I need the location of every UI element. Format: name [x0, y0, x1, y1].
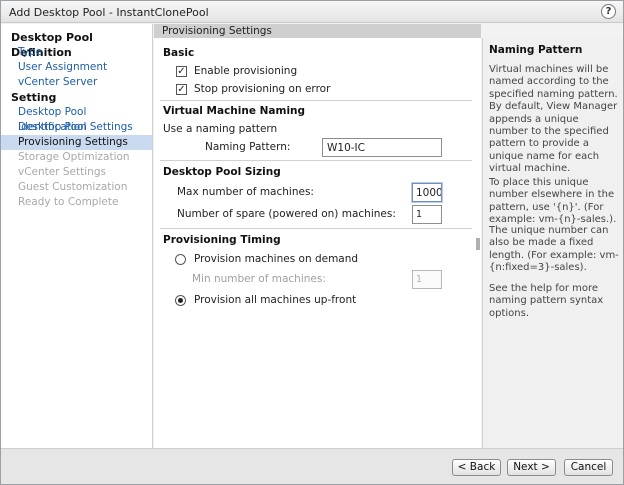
help-panel: Naming Pattern Virtual machines will be …	[482, 38, 623, 448]
help-paragraph-2: To place this unique number elsewhere in…	[489, 177, 617, 226]
min-machines-label: Min number of machines:	[192, 273, 326, 285]
dialog-title: Add Desktop Pool - InstantClonePool	[9, 6, 209, 19]
help-paragraph-3: The unique number can also be made a fix…	[489, 225, 619, 274]
provision-on-demand-radio[interactable]	[175, 254, 186, 265]
nav-item-provisioning-settings[interactable]: Provisioning Settings	[1, 135, 152, 150]
group-title-basic: Basic	[163, 47, 195, 59]
add-desktop-pool-dialog: Add Desktop Pool - InstantClonePool ? De…	[0, 0, 624, 485]
use-naming-pattern-label: Use a naming pattern	[163, 123, 278, 135]
back-button[interactable]: < Back	[452, 459, 501, 476]
naming-pattern-label: Naming Pattern:	[205, 141, 291, 153]
spare-machines-label: Number of spare (powered on) machines:	[177, 208, 396, 220]
divider	[160, 100, 472, 101]
dialog-footer: < Back Next > Cancel	[1, 448, 623, 484]
enable-provisioning-label: Enable provisioning	[194, 65, 298, 77]
title-bar: Add Desktop Pool - InstantClonePool ?	[1, 1, 623, 23]
nav-item-vcenter-settings: vCenter Settings	[18, 166, 106, 178]
divider	[160, 160, 472, 161]
checkmark-icon: ✓	[177, 66, 186, 77]
divider	[160, 228, 472, 229]
group-title-desktop-pool-sizing: Desktop Pool Sizing	[163, 166, 281, 178]
help-paragraph-1: Virtual machines will be named according…	[489, 64, 618, 175]
next-button[interactable]: Next >	[507, 459, 556, 476]
wizard-nav: Desktop Pool Definition Type User Assign…	[1, 24, 153, 484]
provisioning-settings-panel: Provisioning Settings Basic ✓ Enable pro…	[154, 24, 481, 448]
checkmark-icon: ✓	[177, 84, 186, 95]
help-paragraph-4: See the help for more naming pattern syn…	[489, 283, 604, 319]
provision-all-upfront-radio[interactable]	[175, 295, 186, 306]
group-title-provisioning-timing: Provisioning Timing	[163, 234, 281, 246]
naming-pattern-input[interactable]	[322, 138, 442, 157]
max-machines-input[interactable]	[412, 183, 442, 202]
nav-item-desktop-pool-identification[interactable]: Desktop Pool Identification	[1, 105, 152, 133]
nav-section-desktop-pool-definition: Desktop Pool Definition	[11, 31, 93, 59]
max-machines-label: Max number of machines:	[177, 186, 314, 198]
provision-all-upfront-label: Provision all machines up-front	[194, 294, 357, 306]
help-title: Naming Pattern	[489, 44, 583, 56]
cancel-button[interactable]: Cancel	[564, 459, 613, 476]
nav-item-guest-customization: Guest Customization	[18, 181, 128, 193]
nav-section-setting: Setting	[11, 91, 57, 104]
nav-item-storage-optimization: Storage Optimization	[18, 151, 130, 163]
stop-provisioning-on-error-label: Stop provisioning on error	[194, 83, 331, 95]
spare-machines-input[interactable]	[412, 205, 442, 224]
nav-item-type[interactable]: Type	[1, 45, 152, 60]
panel-header: Provisioning Settings	[154, 24, 481, 38]
stop-provisioning-on-error-checkbox[interactable]: ✓	[176, 84, 187, 95]
help-icon[interactable]: ?	[601, 4, 616, 19]
enable-provisioning-checkbox[interactable]: ✓	[176, 66, 187, 77]
provision-on-demand-label: Provision machines on demand	[194, 253, 359, 265]
min-machines-input[interactable]	[412, 270, 442, 289]
nav-item-ready-to-complete: Ready to Complete	[18, 196, 119, 208]
nav-item-user-assignment[interactable]: User Assignment	[1, 60, 152, 75]
nav-item-desktop-pool-settings[interactable]: Desktop Pool Settings	[1, 120, 152, 135]
group-title-vm-naming: Virtual Machine Naming	[163, 105, 306, 117]
scrollbar-handle[interactable]	[476, 238, 480, 250]
nav-item-vcenter-server[interactable]: vCenter Server	[1, 75, 152, 90]
